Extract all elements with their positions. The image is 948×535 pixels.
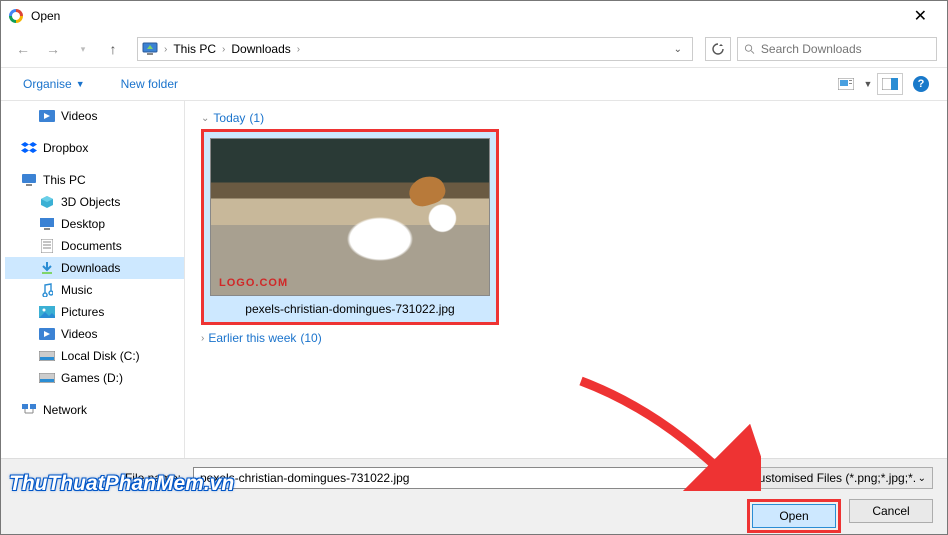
chevron-down-icon: ⌄	[201, 113, 209, 124]
breadcrumb[interactable]: › This PC › Downloads › ⌄	[137, 37, 693, 61]
sidebar-item-pictures[interactable]: Pictures	[5, 301, 184, 323]
sidebar-item-label: Desktop	[61, 217, 105, 231]
open-button[interactable]: Open	[752, 504, 836, 528]
chevron-down-icon: ⌄	[918, 473, 926, 484]
refresh-button[interactable]	[705, 37, 731, 61]
file-name-field[interactable]	[200, 471, 714, 485]
disk-icon	[39, 349, 55, 363]
breadcrumb-folder[interactable]: Downloads	[229, 42, 292, 56]
help-button[interactable]: ?	[913, 76, 929, 92]
videos-icon	[39, 109, 55, 123]
file-type-filter[interactable]: Customised Files (*.png;*.jpg;*. ⌄	[743, 467, 933, 489]
disk-icon	[39, 371, 55, 385]
chevron-right-icon: ›	[295, 44, 302, 55]
chevron-right-icon: ›	[201, 333, 204, 344]
videos-icon	[39, 327, 55, 341]
sidebar-item-music[interactable]: Music	[5, 279, 184, 301]
toolbar: Organise▼ New folder ▼ ?	[1, 67, 947, 101]
sidebar-item-dropbox[interactable]: Dropbox	[5, 137, 184, 159]
chevron-right-icon: ›	[162, 44, 169, 55]
sidebar-item-label: Pictures	[61, 305, 104, 319]
chevron-right-icon: ›	[220, 44, 227, 55]
sidebar-item-label: 3D Objects	[61, 195, 120, 209]
breadcrumb-expand[interactable]: ⌄	[668, 44, 688, 55]
breadcrumb-root[interactable]: This PC	[171, 42, 218, 56]
sidebar-item-label: Games (D:)	[61, 371, 123, 385]
view-dropdown[interactable]: ▼	[861, 73, 875, 95]
group-today[interactable]: ⌄ Today (1)	[201, 111, 937, 125]
file-thumbnail[interactable]: LOGO.COM pexels-christian-domingues-7310…	[204, 132, 496, 322]
filter-label: Customised Files (*.png;*.jpg;*.	[750, 471, 916, 485]
cancel-button[interactable]: Cancel	[849, 499, 933, 523]
sidebar-item-label: Downloads	[61, 261, 120, 275]
dropbox-icon	[21, 141, 37, 155]
sidebar-item-label: This PC	[43, 173, 86, 187]
desktop-icon	[39, 217, 55, 231]
sidebar-item-label: Videos	[61, 327, 97, 341]
sidebar-item-games-d[interactable]: Games (D:)	[5, 367, 184, 389]
group-earlier[interactable]: › Earlier this week (10)	[201, 331, 937, 345]
recent-dropdown[interactable]: ▾	[71, 37, 95, 61]
network-icon	[21, 403, 37, 417]
sidebar-item-network[interactable]: Network	[5, 399, 184, 421]
thumbnail-watermark: LOGO.COM	[219, 277, 288, 289]
chrome-icon	[9, 9, 23, 23]
sidebar-item-local-disk-c[interactable]: Local Disk (C:)	[5, 345, 184, 367]
organise-menu[interactable]: Organise▼	[19, 73, 89, 95]
sidebar-item-3d-objects[interactable]: 3D Objects	[5, 191, 184, 213]
window-title: Open	[31, 9, 60, 23]
sidebar-item-label: Local Disk (C:)	[61, 349, 140, 363]
group-label: Earlier this week	[208, 331, 296, 345]
close-button[interactable]: ✕	[902, 2, 939, 30]
thumbnail-caption: pexels-christian-domingues-731022.jpg	[210, 296, 490, 316]
footer: File name: ⌄ Customised Files (*.png;*.j…	[1, 458, 947, 534]
forward-button: →	[41, 37, 65, 61]
annotation-box: LOGO.COM pexels-christian-domingues-7310…	[201, 129, 499, 325]
sidebar: Videos Dropbox This PC 3D Objects Deskto…	[1, 101, 185, 461]
file-name-input[interactable]: ⌄	[193, 467, 729, 489]
back-button[interactable]: ←	[11, 37, 35, 61]
thumbnail-image: LOGO.COM	[210, 138, 490, 296]
new-folder-button[interactable]: New folder	[117, 73, 182, 95]
titlebar: Open ✕	[1, 1, 947, 31]
sidebar-item-label: Dropbox	[43, 141, 88, 155]
search-input[interactable]	[737, 37, 937, 61]
navbar: ← → ▾ ↑ › This PC › Downloads › ⌄	[1, 31, 947, 67]
group-count: (1)	[249, 111, 264, 125]
file-name-label: File name:	[15, 471, 185, 485]
chevron-down-icon[interactable]: ⌄	[714, 473, 722, 484]
sidebar-item-label: Documents	[61, 239, 122, 253]
annotation-box: Open	[747, 499, 841, 533]
documents-icon	[39, 239, 55, 253]
up-button[interactable]: ↑	[101, 37, 125, 61]
chevron-down-icon: ▼	[76, 79, 85, 89]
group-label: Today	[213, 111, 245, 125]
search-icon	[744, 43, 755, 55]
pc-icon	[21, 173, 37, 187]
sidebar-item-videos[interactable]: Videos	[5, 105, 184, 127]
search-field[interactable]	[761, 42, 930, 56]
sidebar-item-label: Videos	[61, 109, 97, 123]
sidebar-item-this-pc[interactable]: This PC	[5, 169, 184, 191]
preview-pane-button[interactable]	[877, 73, 903, 95]
music-icon	[39, 283, 55, 297]
downloads-icon	[39, 261, 55, 275]
sidebar-item-documents[interactable]: Documents	[5, 235, 184, 257]
group-count: (10)	[300, 331, 321, 345]
3d-icon	[39, 195, 55, 209]
sidebar-item-label: Network	[43, 403, 87, 417]
pictures-icon	[39, 305, 55, 319]
view-thumbnails-button[interactable]	[833, 73, 859, 95]
sidebar-item-videos-2[interactable]: Videos	[5, 323, 184, 345]
file-list: ⌄ Today (1) LOGO.COM pexels-christian-do…	[185, 101, 947, 461]
pc-icon	[142, 41, 158, 57]
sidebar-item-label: Music	[61, 283, 92, 297]
sidebar-item-desktop[interactable]: Desktop	[5, 213, 184, 235]
sidebar-item-downloads[interactable]: Downloads	[5, 257, 184, 279]
